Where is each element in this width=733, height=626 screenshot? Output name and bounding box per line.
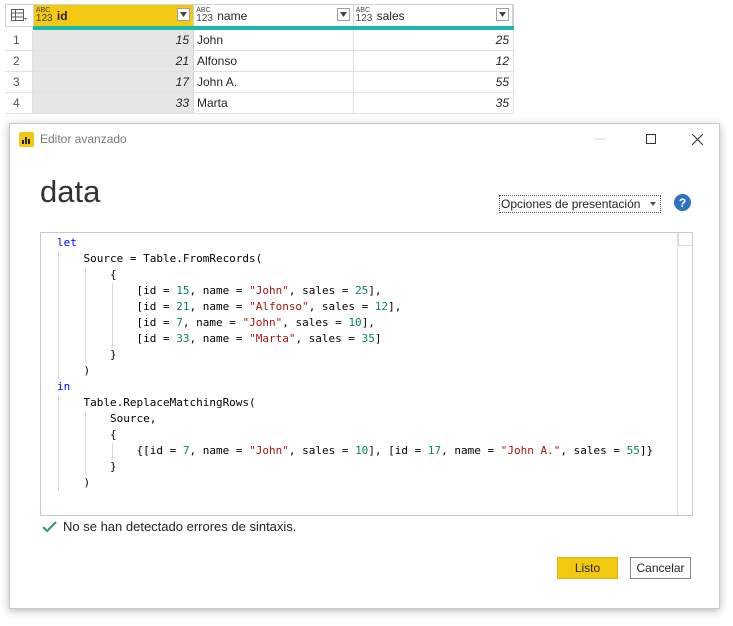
- filter-dropdown-button[interactable]: [496, 8, 509, 21]
- window-title: Editor avanzado: [40, 132, 127, 146]
- query-code[interactable]: let Source = Table.FromRecords( { [id = …: [57, 235, 653, 491]
- cell-sales[interactable]: 35: [354, 93, 514, 113]
- table-row[interactable]: 2 21 Alfonso 12: [5, 51, 514, 72]
- cell-id[interactable]: 15: [33, 30, 194, 50]
- syntax-status-text: No se han detectado errores de sintaxis.: [63, 519, 297, 534]
- checkmark-icon: [42, 520, 57, 533]
- chevron-down-icon: [499, 12, 506, 17]
- scrollbar-top[interactable]: [678, 233, 692, 246]
- display-options-dropdown[interactable]: Opciones de presentación: [499, 195, 662, 213]
- minimize-button[interactable]: [590, 130, 610, 148]
- syntax-status: No se han detectado errores de sintaxis.: [42, 519, 296, 534]
- cell-id[interactable]: 17: [33, 72, 194, 92]
- row-number: 1: [5, 30, 33, 50]
- column-name: name: [217, 8, 248, 23]
- row-number: 2: [5, 51, 33, 71]
- table-menu-button[interactable]: [6, 5, 34, 26]
- title-bar[interactable]: Editor avanzado: [10, 124, 719, 154]
- display-options-label: Opciones de presentación: [501, 197, 641, 211]
- table-icon: [11, 9, 28, 21]
- any-type-icon[interactable]: ABC 123: [36, 7, 53, 24]
- filter-dropdown-button[interactable]: [177, 8, 191, 21]
- cell-name[interactable]: John A.: [194, 72, 354, 92]
- cancel-button[interactable]: Cancelar: [630, 557, 691, 579]
- row-number: 4: [5, 93, 33, 113]
- grid-rows: 1 15 John 25 2 21 Alfonso 12 3 17 John A…: [5, 30, 514, 114]
- query-name-title: data: [40, 174, 101, 209]
- any-type-icon[interactable]: ABC 123: [196, 7, 213, 24]
- code-editor[interactable]: let Source = Table.FromRecords( { [id = …: [40, 232, 693, 516]
- filter-dropdown-button[interactable]: [336, 8, 350, 21]
- chevron-down-icon: [650, 202, 657, 206]
- cell-name[interactable]: John: [194, 30, 354, 50]
- cell-id[interactable]: 33: [33, 93, 194, 113]
- done-button[interactable]: Listo: [557, 557, 618, 579]
- maximize-icon: [646, 134, 656, 144]
- column-name: sales: [376, 8, 405, 23]
- column-header-id[interactable]: ABC 123 id: [33, 5, 195, 26]
- cell-sales[interactable]: 12: [354, 51, 514, 71]
- any-type-icon[interactable]: ABC 123: [356, 7, 373, 24]
- cell-sales[interactable]: 55: [354, 72, 514, 92]
- close-button[interactable]: [687, 130, 707, 148]
- row-number: 3: [5, 72, 33, 92]
- help-icon: ?: [678, 195, 687, 210]
- help-button[interactable]: ?: [674, 194, 691, 211]
- advanced-editor-dialog: Editor avanzado data Opciones de present…: [9, 123, 720, 609]
- close-icon: [691, 133, 703, 145]
- chevron-down-icon: [180, 12, 188, 17]
- grid-header: ABC 123 id ABC 123 name ABC 123 sales: [5, 4, 514, 27]
- cell-name[interactable]: Marta: [194, 93, 354, 113]
- cell-name[interactable]: Alfonso: [194, 51, 354, 71]
- vertical-scrollbar[interactable]: [677, 233, 692, 515]
- power-bi-icon: [19, 132, 34, 147]
- table-row[interactable]: 3 17 John A. 55: [5, 72, 514, 93]
- minimize-icon: [595, 138, 605, 140]
- table-row[interactable]: 1 15 John 25: [5, 30, 514, 51]
- column-header-name[interactable]: ABC 123 name: [194, 5, 354, 26]
- cell-sales[interactable]: 25: [354, 30, 514, 50]
- chevron-down-icon: [339, 12, 347, 17]
- column-header-sales[interactable]: ABC 123 sales: [354, 5, 513, 26]
- column-name: id: [56, 8, 68, 23]
- cell-id[interactable]: 21: [33, 51, 194, 71]
- maximize-button[interactable]: [641, 130, 661, 148]
- table-row[interactable]: 4 33 Marta 35: [5, 93, 514, 114]
